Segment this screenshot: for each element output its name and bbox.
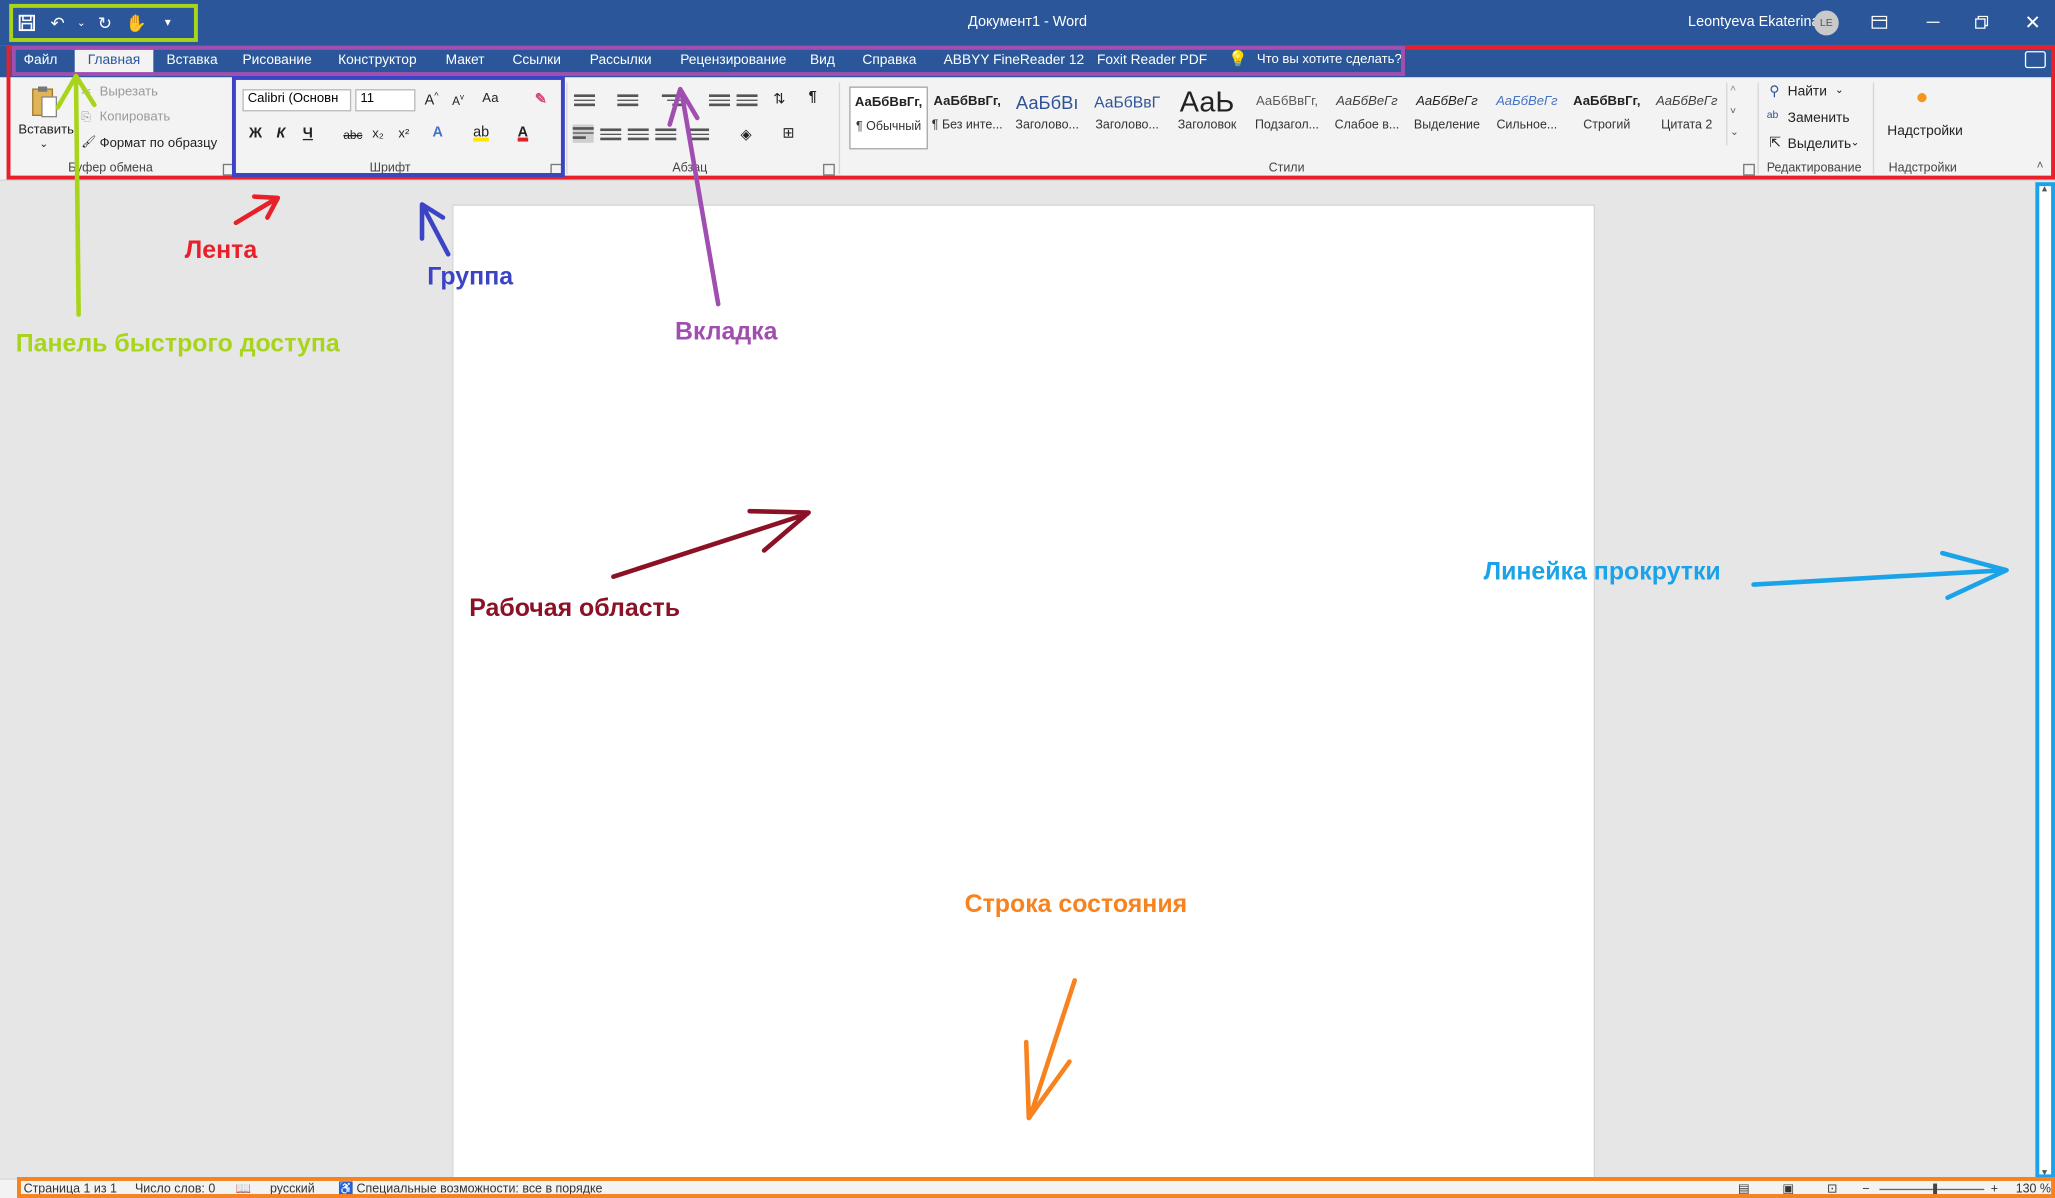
group-arrow <box>419 202 451 257</box>
ribbon-annotation: Лента <box>184 237 258 265</box>
workspace-annotation: Рабочая область <box>469 595 681 623</box>
scrollbar-annotation: Линейка прокрутки <box>1483 558 1721 586</box>
ribbon-arrow <box>233 194 281 226</box>
statusbar-annotation: Строка состояния <box>964 891 1188 919</box>
annotation-arrows <box>55 73 2009 1121</box>
qat-arrow <box>55 73 97 317</box>
statusbar-arrow <box>1023 978 1077 1121</box>
word-window: ↶ ⌄ ↻ ✋ ▾ Документ1 - Word Leontyeva Eka… <box>0 0 2055 1198</box>
qat-annotation: Панель быстрого доступа <box>15 330 340 358</box>
tab-annotation: Вкладка <box>674 318 778 347</box>
workspace-arrow <box>611 508 811 580</box>
tab-arrow <box>667 86 721 307</box>
group-annotation: Группа <box>427 263 514 291</box>
scrollbar-arrow <box>1751 550 2009 600</box>
